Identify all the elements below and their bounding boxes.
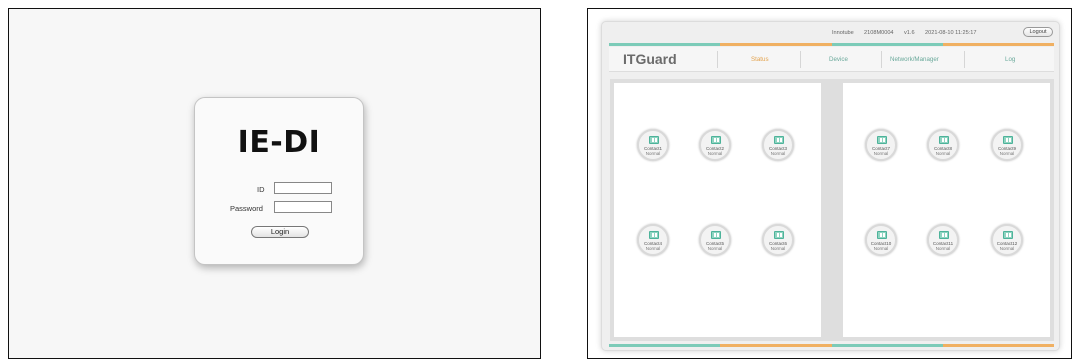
nav-network-manager[interactable]: Network/Manager — [890, 56, 939, 63]
header-color-bar — [609, 43, 1054, 46]
contact-status: Normal — [873, 151, 889, 156]
login-card: IE-DI ID Password Login — [194, 97, 364, 265]
contact-status: Normal — [999, 151, 1015, 156]
contact-tile[interactable]: Contact12 Normal — [991, 224, 1023, 256]
company-name: Innotube — [832, 30, 854, 36]
door-icon — [877, 136, 887, 144]
door-icon — [877, 231, 887, 239]
contact-tile[interactable]: Contact2 Normal — [699, 129, 731, 161]
door-icon — [939, 231, 949, 239]
dashboard-frame: Innotube 2108M0004 v1.6 2021-08-10 11:25… — [601, 21, 1060, 351]
contact-tile[interactable]: Contact9 Normal — [991, 129, 1023, 161]
nav-bar: ITGuard Status Device Network/Manager Lo… — [609, 47, 1054, 72]
contact-status: Normal — [873, 246, 889, 251]
nav-log[interactable]: Log — [1005, 56, 1015, 63]
contact-status: Normal — [645, 246, 661, 251]
contact-tile[interactable]: Contact10 Normal — [865, 224, 897, 256]
contact-tile[interactable]: Contact4 Normal — [637, 224, 669, 256]
contact-tile[interactable]: Contact1 Normal — [637, 129, 669, 161]
door-icon — [774, 231, 784, 239]
login-title: IE-DI — [237, 125, 321, 160]
id-label: ID — [257, 185, 265, 194]
door-icon — [649, 231, 659, 239]
contact-status: Normal — [707, 246, 723, 251]
contact-status: Normal — [645, 151, 661, 156]
contact-status: Normal — [935, 246, 951, 251]
nav-status[interactable]: Status — [751, 56, 769, 63]
contact-status: Normal — [770, 246, 786, 251]
logout-button[interactable]: Logout — [1023, 27, 1053, 37]
version-text: v1.6 — [904, 30, 915, 36]
serial-number: 2108M0004 — [864, 30, 894, 36]
door-icon — [711, 136, 721, 144]
login-screen: IE-DI ID Password Login — [8, 8, 541, 359]
id-input[interactable] — [274, 182, 332, 194]
door-icon — [774, 136, 784, 144]
contact-status: Normal — [935, 151, 951, 156]
top-info-bar: Innotube 2108M0004 v1.6 2021-08-10 11:25… — [602, 22, 1059, 42]
dashboard-screen: Innotube 2108M0004 v1.6 2021-08-10 11:25… — [587, 8, 1072, 359]
status-content: Contact1 Normal Contact2 Normal Contact3… — [610, 79, 1054, 341]
login-button[interactable]: Login — [251, 226, 309, 238]
contact-group-left: Contact1 Normal Contact2 Normal Contact3… — [614, 83, 821, 337]
password-input[interactable] — [274, 201, 332, 213]
contact-status: Normal — [770, 151, 786, 156]
contact-tile[interactable]: Contact6 Normal — [762, 224, 794, 256]
contact-group-right: Contact7 Normal Contact8 Normal Contact9… — [843, 83, 1050, 337]
contact-tile[interactable]: Contact3 Normal — [762, 129, 794, 161]
datetime-text: 2021-08-10 11:25:17 — [925, 30, 977, 36]
contact-status: Normal — [707, 151, 723, 156]
brand-logo: ITGuard — [623, 51, 677, 67]
door-icon — [711, 231, 721, 239]
door-icon — [1003, 231, 1013, 239]
nav-device[interactable]: Device — [829, 56, 848, 63]
contact-tile[interactable]: Contact8 Normal — [927, 129, 959, 161]
door-icon — [649, 136, 659, 144]
contact-tile[interactable]: Contact11 Normal — [927, 224, 959, 256]
door-icon — [939, 136, 949, 144]
contact-status: Normal — [999, 246, 1015, 251]
contact-tile[interactable]: Contact7 Normal — [865, 129, 897, 161]
door-icon — [1003, 136, 1013, 144]
footer-color-bar — [609, 344, 1054, 347]
contact-tile[interactable]: Contact5 Normal — [699, 224, 731, 256]
password-label: Password — [230, 204, 263, 213]
